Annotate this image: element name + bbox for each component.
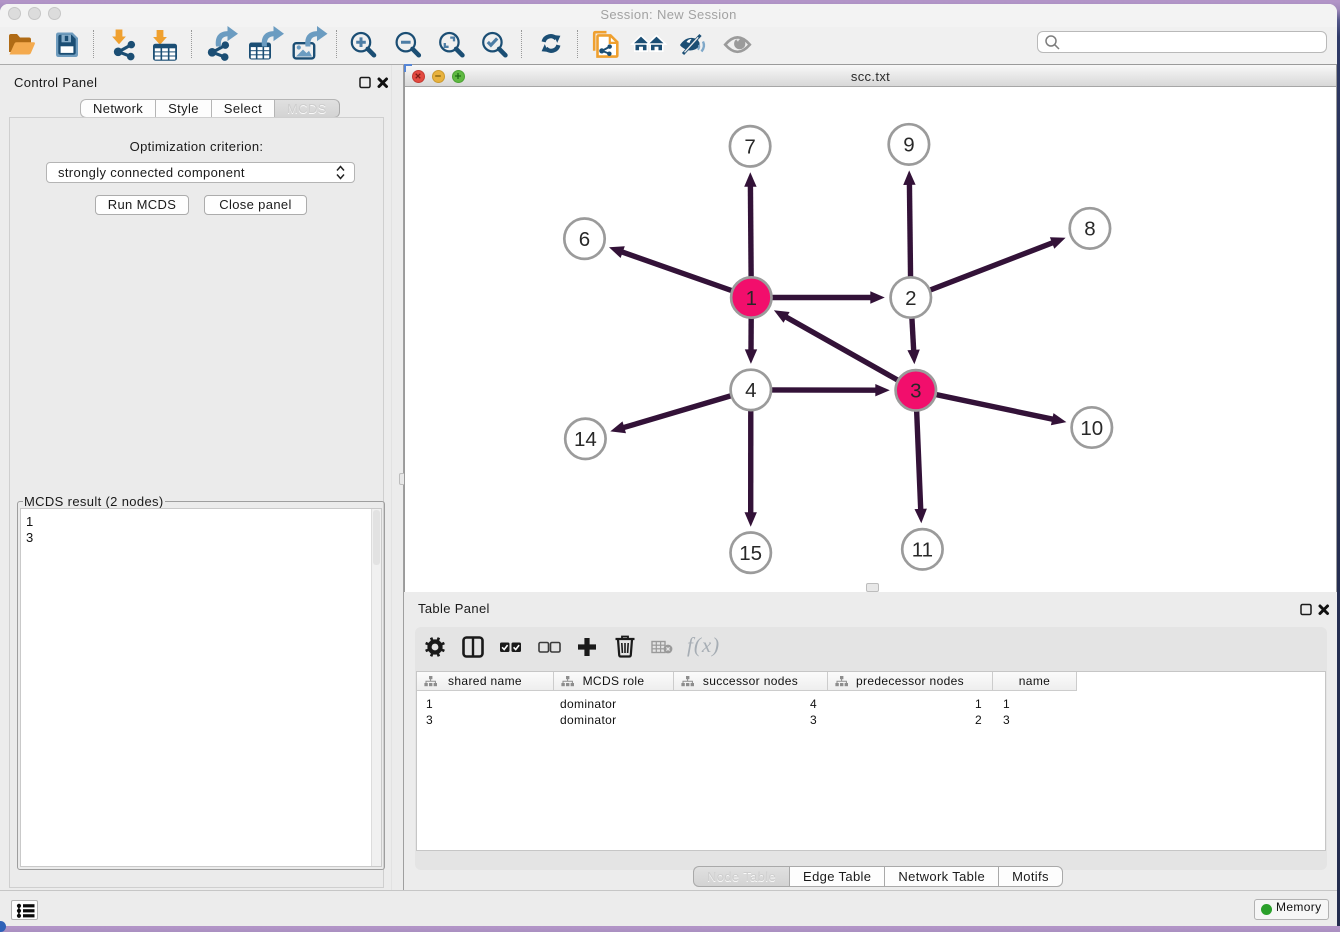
- svg-text:2: 2: [905, 287, 916, 310]
- svg-text:3: 3: [910, 380, 921, 403]
- svg-text:11: 11: [912, 539, 933, 562]
- svg-text:4: 4: [745, 379, 756, 402]
- svg-text:15: 15: [739, 542, 762, 565]
- svg-text:14: 14: [574, 428, 597, 451]
- svg-text:10: 10: [1080, 417, 1103, 440]
- svg-text:7: 7: [744, 136, 755, 159]
- svg-text:1: 1: [746, 287, 757, 310]
- svg-text:8: 8: [1084, 218, 1095, 241]
- svg-text:9: 9: [903, 134, 914, 157]
- svg-text:6: 6: [579, 228, 590, 251]
